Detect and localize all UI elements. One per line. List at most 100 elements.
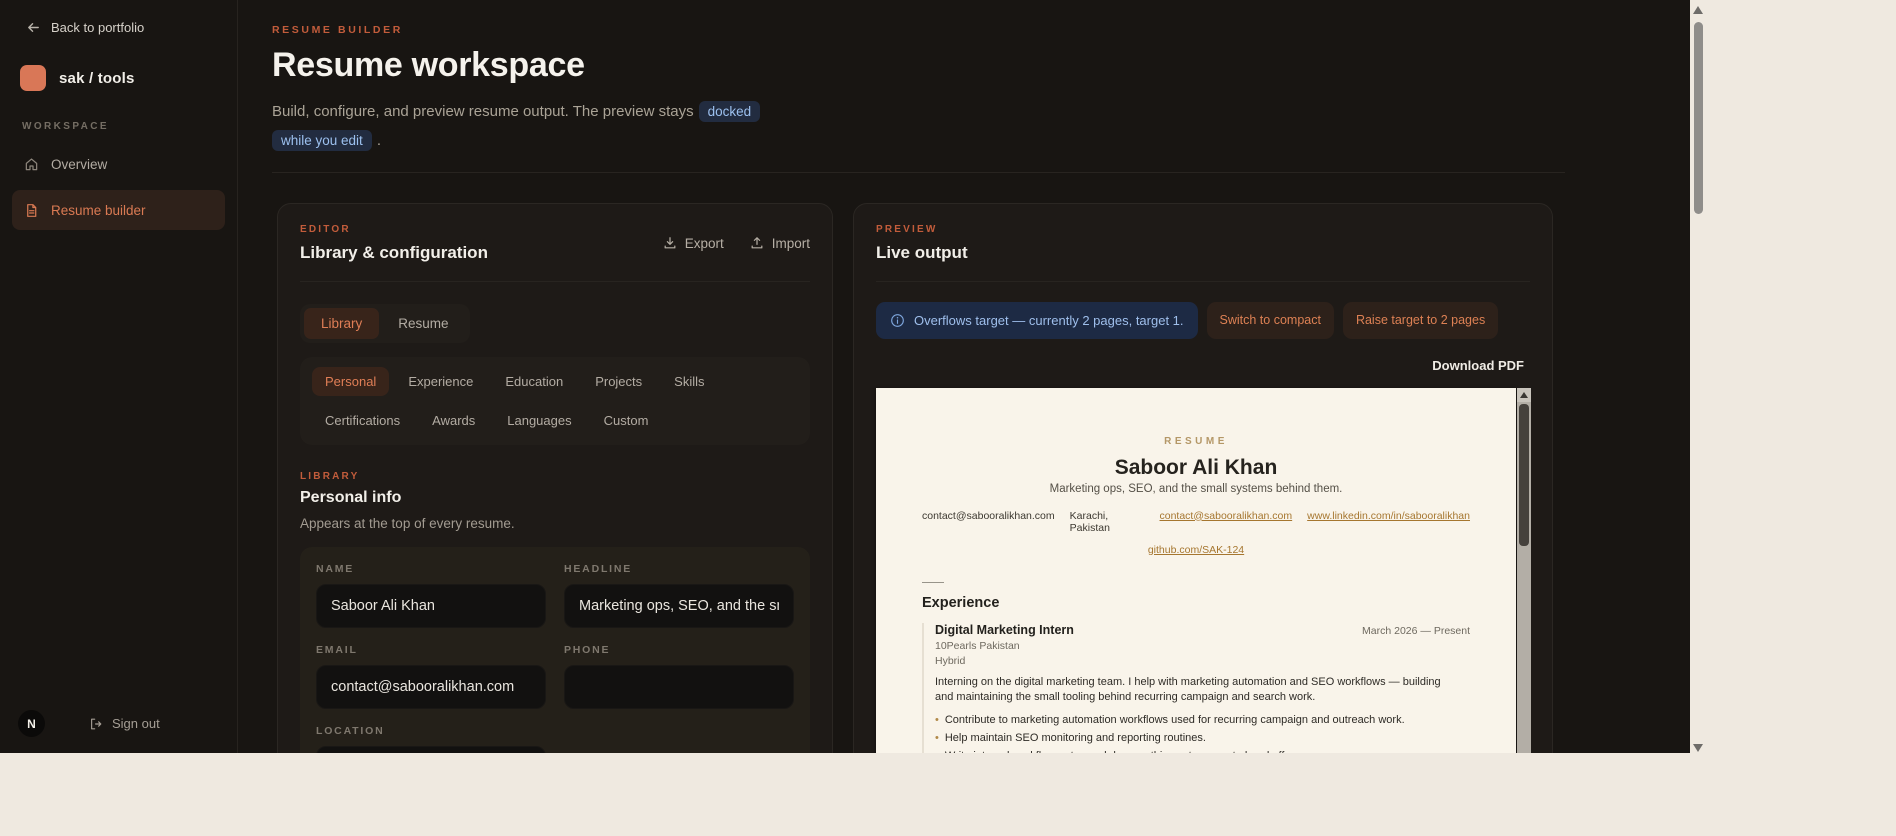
- sidebar-footer: N Sign out: [18, 710, 166, 737]
- scroll-down-icon[interactable]: [1693, 744, 1703, 752]
- bullet-text: Write internal workflow notes and docs s…: [945, 748, 1288, 753]
- contact-link[interactable]: github.com/SAK-124: [1148, 544, 1244, 556]
- preview-scroll-up-icon[interactable]: [1517, 387, 1531, 402]
- section-tab-projects[interactable]: Projects: [582, 367, 655, 396]
- entry-dates: March 2026 — Present: [1362, 624, 1470, 637]
- back-to-portfolio-link[interactable]: Back to portfolio: [12, 20, 225, 35]
- resume-contact-line: contact@sabooralikhan.com Karachi, Pakist…: [922, 510, 1470, 534]
- download-pdf-button[interactable]: Download PDF: [1426, 357, 1530, 374]
- import-icon: [751, 237, 763, 249]
- home-icon: [24, 157, 39, 172]
- entry-header-row: Digital Marketing Intern March 2026 — Pre…: [935, 623, 1470, 637]
- resume-name: Saboor Ali Khan: [1114, 455, 1278, 479]
- sidebar-nav: Overview Resume builder: [12, 144, 225, 230]
- tab-library[interactable]: Library: [304, 307, 380, 339]
- contact-text: Karachi, Pakistan: [1069, 509, 1110, 534]
- editor-title: Library & configuration: [300, 242, 488, 262]
- preview-title: Live output: [876, 242, 968, 262]
- editor-actions: Export Import: [663, 236, 810, 251]
- brand-name: sak / tools: [59, 69, 135, 87]
- field-label-phone: PHONE: [564, 643, 611, 656]
- warning-text: Overflows target — currently 2 pages, ta…: [914, 312, 1184, 328]
- resume-preview-area: RESUME Saboor Ali Khan Marketing ops, SE…: [876, 387, 1531, 753]
- editor-panel: EDITOR Library & configuration Export Im…: [277, 202, 833, 753]
- resume-eyebrow: RESUME: [1164, 435, 1228, 447]
- window-scrollbar[interactable]: [1690, 0, 1707, 762]
- library-section-title: Personal info: [300, 488, 402, 506]
- sign-out-button[interactable]: Sign out: [83, 715, 166, 732]
- resume-section-divider: [922, 581, 944, 583]
- info-icon: [890, 313, 905, 328]
- export-button[interactable]: Export: [663, 236, 724, 251]
- brand-logo: [20, 65, 46, 91]
- editor-divider: [300, 280, 810, 282]
- name-input[interactable]: [316, 583, 546, 628]
- sidebar-item-label: Overview: [51, 156, 108, 172]
- section-tab-languages[interactable]: Languages: [494, 406, 584, 435]
- entry-meta: Hybrid: [935, 654, 966, 667]
- field-label-location: LOCATION: [316, 724, 385, 737]
- page-eyebrow: RESUME BUILDER: [272, 24, 403, 36]
- brand: sak / tools: [12, 65, 225, 91]
- contact-link[interactable]: contact@sabooralikhan.com: [1160, 510, 1293, 534]
- header-divider: [272, 171, 1565, 173]
- editor-eyebrow: EDITOR: [300, 223, 351, 235]
- raise-target-button[interactable]: Raise target to 2 pages: [1342, 301, 1499, 339]
- entry-description: Interning on the digital marketing team.…: [935, 675, 1441, 704]
- preview-scrollbar-thumb[interactable]: [1519, 403, 1529, 546]
- preview-scrollbar[interactable]: [1517, 387, 1531, 753]
- location-input[interactable]: [316, 745, 546, 753]
- window-scrollbar-thumb[interactable]: [1694, 22, 1703, 214]
- section-tab-personal[interactable]: Personal: [312, 366, 390, 396]
- section-tab-skills[interactable]: Skills: [661, 367, 717, 396]
- field-phone: PHONE: [564, 644, 794, 709]
- preview-divider: [876, 280, 1530, 282]
- tab-resume[interactable]: Resume: [381, 308, 465, 339]
- resume-contact-line-2: github.com/SAK-124: [922, 544, 1470, 556]
- back-arrow-icon: [28, 23, 39, 32]
- workspace-row: EDITOR Library & configuration Export Im…: [272, 202, 1690, 753]
- editor-panel-header: EDITOR Library & configuration Export Im…: [300, 224, 810, 263]
- description-pill-docked: docked: [698, 101, 761, 122]
- email-input[interactable]: [316, 664, 546, 709]
- section-tab-custom[interactable]: Custom: [591, 406, 662, 435]
- experience-entries: Digital Marketing Intern March 2026 — Pre…: [922, 622, 1470, 753]
- field-label-headline: HEADLINE: [564, 562, 633, 575]
- description-suffix: .: [376, 132, 381, 150]
- section-tab-education[interactable]: Education: [492, 367, 576, 396]
- sidebar-item-resume-builder[interactable]: Resume builder: [12, 190, 225, 230]
- entry-company: 10Pearls Pakistan: [935, 639, 1020, 652]
- app-window: Back to portfolio sak / tools WORKSPACE …: [0, 0, 1690, 753]
- resume-section-title: Experience: [922, 594, 1000, 611]
- section-tab-experience[interactable]: Experience: [395, 367, 486, 396]
- library-section-description: Appears at the top of every resume.: [300, 515, 515, 531]
- library-eyebrow: LIBRARY: [300, 470, 360, 482]
- description-text: Build, configure, and preview resume out…: [272, 103, 694, 120]
- sidebar-item-overview[interactable]: Overview: [12, 144, 225, 184]
- field-name: NAME: [316, 563, 546, 628]
- section-tab-awards[interactable]: Awards: [419, 406, 488, 435]
- switch-to-compact-button[interactable]: Switch to compact: [1206, 301, 1334, 339]
- export-label: Export: [684, 235, 724, 251]
- import-button[interactable]: Import: [750, 236, 810, 251]
- section-tab-certifications[interactable]: Certifications: [312, 406, 413, 435]
- field-headline: HEADLINE: [564, 563, 794, 628]
- scroll-up-icon[interactable]: [1693, 6, 1703, 14]
- main-content: RESUME BUILDER Resume workspace Build, c…: [238, 0, 1690, 753]
- page-description: Build, configure, and preview resume out…: [272, 97, 832, 156]
- resume-headline: Marketing ops, SEO, and the small system…: [1049, 482, 1343, 495]
- download-row: Download PDF: [876, 357, 1530, 375]
- preview-panel-header: PREVIEW Live output: [876, 224, 1530, 263]
- entry-title: Digital Marketing Intern: [935, 622, 1074, 637]
- headline-input[interactable]: [564, 583, 794, 628]
- experience-entry: Digital Marketing Intern March 2026 — Pre…: [922, 622, 1470, 753]
- library-section-header: LIBRARY Personal info Appears at the top…: [300, 471, 810, 531]
- export-icon: [664, 237, 676, 249]
- avatar[interactable]: N: [18, 710, 45, 737]
- field-email: EMAIL: [316, 644, 546, 709]
- personal-info-form: NAME HEADLINE EMAIL PHONE LOCATION: [300, 546, 810, 753]
- contact-link[interactable]: www.linkedin.com/in/sabooralikhan: [1307, 510, 1470, 534]
- preview-eyebrow: PREVIEW: [876, 223, 938, 235]
- desktop-background: Back to portfolio sak / tools WORKSPACE …: [0, 0, 1896, 836]
- phone-input[interactable]: [564, 664, 794, 709]
